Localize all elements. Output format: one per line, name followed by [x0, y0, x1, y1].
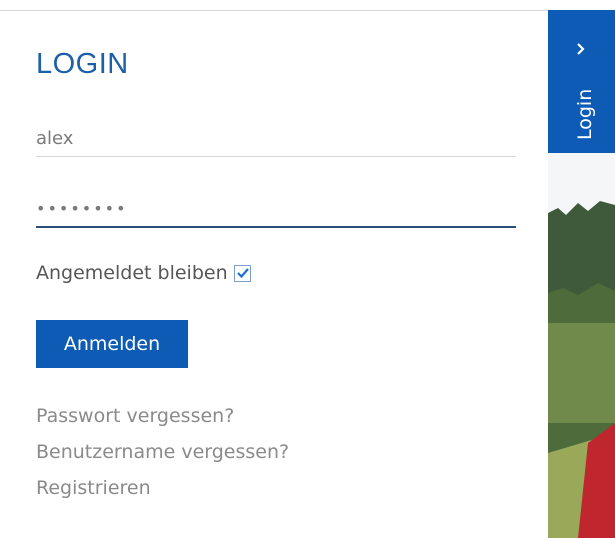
- login-button[interactable]: Anmelden: [36, 320, 188, 368]
- login-panel: LOGIN Angemeldet bleiben Anmelden Passwo…: [0, 0, 548, 538]
- background-photo: [548, 153, 615, 538]
- username-field[interactable]: [36, 120, 516, 157]
- login-side-tab[interactable]: Login: [548, 10, 615, 153]
- side-panel: Login: [548, 0, 615, 538]
- login-links: Passwort vergessen? Benutzername vergess…: [36, 398, 289, 506]
- checkmark-icon: [236, 267, 249, 278]
- remember-me: Angemeldet bleiben: [36, 262, 251, 284]
- remember-me-label: Angemeldet bleiben: [36, 262, 228, 284]
- chevron-right-icon: [577, 43, 585, 55]
- login-title: LOGIN: [36, 48, 129, 80]
- register-link[interactable]: Registrieren: [36, 470, 289, 506]
- password-field[interactable]: [36, 190, 516, 228]
- forgot-username-link[interactable]: Benutzername vergessen?: [36, 434, 289, 470]
- side-tab-label: Login: [574, 88, 596, 140]
- remember-me-checkbox[interactable]: [233, 264, 251, 282]
- landscape-image: [548, 153, 615, 538]
- forgot-password-link[interactable]: Passwort vergessen?: [36, 398, 289, 434]
